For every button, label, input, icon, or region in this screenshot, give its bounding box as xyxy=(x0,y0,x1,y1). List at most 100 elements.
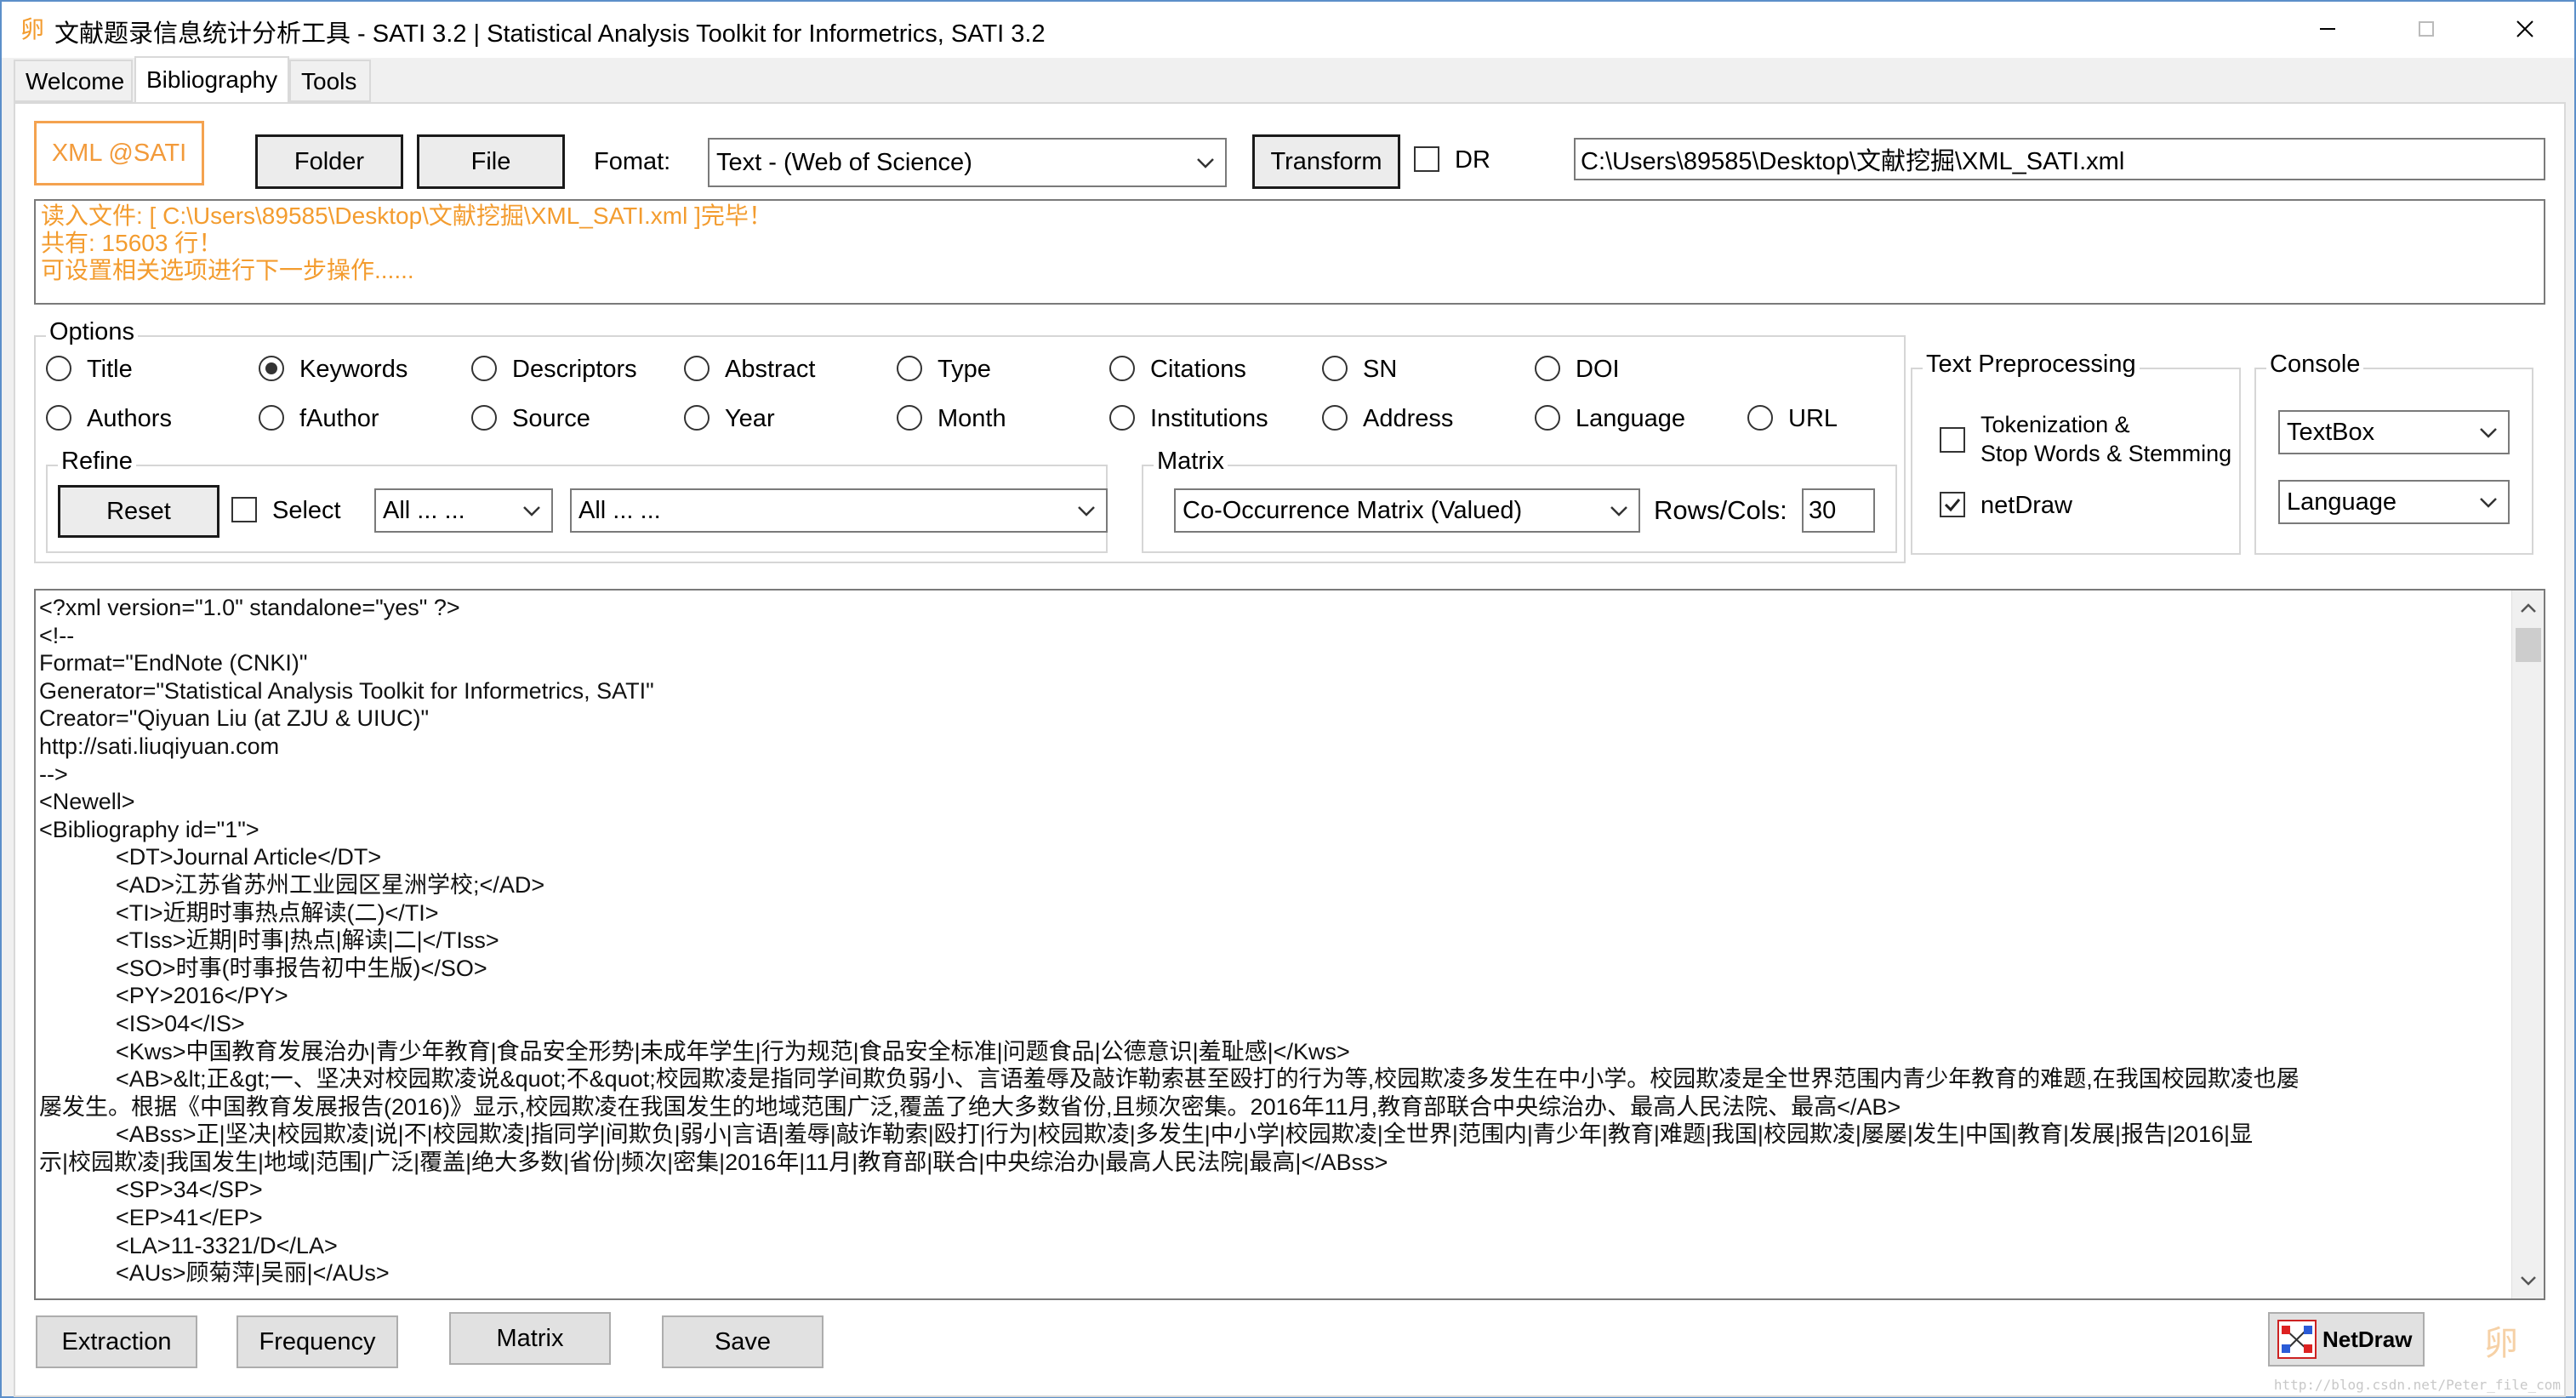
rows-cols-label: Rows/Cols: xyxy=(1654,495,1787,525)
close-button[interactable] xyxy=(2476,2,2574,56)
radio-year[interactable] xyxy=(684,405,710,431)
status-line: 读入文件: [ C:\Users\89585\Desktop\文献挖掘\XML_… xyxy=(41,203,772,229)
radio-language[interactable] xyxy=(1535,405,1560,431)
netdraw-label: netDraw xyxy=(1980,492,2072,519)
radio-sn[interactable] xyxy=(1322,356,1348,381)
chevron-down-icon xyxy=(2480,498,2497,508)
radio-type[interactable] xyxy=(897,356,922,381)
editor-line: <AUs>顾菊萍|吴丽|</AUs> xyxy=(39,1260,390,1287)
maximize-button[interactable] xyxy=(2377,2,2476,56)
status-line: 共有: 15603 行！ xyxy=(41,230,223,256)
checkmark-icon xyxy=(1944,499,1961,512)
radio-fauthor-label: fAuthor xyxy=(299,405,379,432)
radio-doi[interactable] xyxy=(1535,356,1560,381)
folder-button[interactable]: Folder xyxy=(255,134,403,189)
matrix-button[interactable]: Matrix xyxy=(449,1312,611,1365)
radio-language-label: Language xyxy=(1576,405,1686,432)
radio-type-label: Type xyxy=(938,356,991,383)
matrix-type-select[interactable]: Co-Occurrence Matrix (Valued) xyxy=(1174,488,1640,533)
xml-sati-button[interactable]: XML @SATI xyxy=(34,121,204,185)
chevron-down-icon xyxy=(523,506,540,516)
radio-year-label: Year xyxy=(725,405,775,432)
matrix-type-select-value: Co-Occurrence Matrix (Valued) xyxy=(1183,496,1523,524)
radio-institutions-label: Institutions xyxy=(1150,405,1268,432)
watermark-text: http://blog.csdn.net/Peter_file_com xyxy=(2273,1377,2561,1393)
radio-keywords[interactable] xyxy=(259,356,284,381)
radio-title-label: Title xyxy=(87,356,133,383)
status-line: 可设置相关选项进行下一步操作...... xyxy=(41,257,414,283)
minimize-button[interactable] xyxy=(2278,2,2377,56)
radio-address[interactable] xyxy=(1322,405,1348,431)
editor-line: <TI>近期时事热点解读(二)</TI> xyxy=(39,899,439,926)
transform-button[interactable]: Transform xyxy=(1252,134,1400,189)
console-language-select[interactable]: Language xyxy=(2278,480,2510,524)
editor-line: <TIss>近期|时事|热点|解读|二|</TIss> xyxy=(39,927,499,954)
extraction-button[interactable]: Extraction xyxy=(36,1315,197,1368)
editor-line: <IS>04</IS> xyxy=(39,1010,245,1036)
editor-line: 示|校园欺凌|我国发生|地域|范围|广泛|覆盖|绝大多数|省份|频次|密集|20… xyxy=(39,1149,1388,1175)
tab-bibliography[interactable]: Bibliography xyxy=(134,56,289,104)
radio-title[interactable] xyxy=(46,356,71,381)
editor-line: <AD>江苏省苏州工业园区星洲学校;</AD> xyxy=(39,871,545,898)
app-window: 卵 文献题录信息统计分析工具 - SATI 3.2 | Statistical … xyxy=(0,0,2576,1398)
editor-line: <LA>11-3321/D</LA> xyxy=(39,1232,338,1258)
refine-title: Refine xyxy=(58,448,136,476)
tab-tools[interactable]: Tools xyxy=(289,60,371,102)
refine-value-select[interactable]: All ... ... xyxy=(570,488,1108,533)
radio-source[interactable] xyxy=(471,405,497,431)
scroll-up-icon[interactable] xyxy=(2517,597,2539,619)
refine-field-select[interactable]: All ... ... xyxy=(374,488,553,533)
reset-button[interactable]: Reset xyxy=(58,485,219,538)
file-button[interactable]: File xyxy=(417,134,565,189)
radio-authors-label: Authors xyxy=(87,405,172,432)
radio-abstract[interactable] xyxy=(684,356,710,381)
scroll-down-icon[interactable] xyxy=(2517,1270,2539,1292)
console-language-select-value: Language xyxy=(2287,488,2397,516)
radio-month-label: Month xyxy=(938,405,1006,432)
format-select[interactable]: Text - (Web of Science) xyxy=(708,138,1227,187)
editor-line: http://sati.liuqiyuan.com xyxy=(39,733,280,759)
console-output-select-value: TextBox xyxy=(2287,418,2375,446)
xml-editor[interactable]: <?xml version="1.0" standalone="yes" ?> … xyxy=(34,589,2545,1300)
editor-line: <DT>Journal Article</DT> xyxy=(39,844,382,870)
radio-descriptors-label: Descriptors xyxy=(512,356,637,383)
editor-line: <!-- xyxy=(39,622,75,648)
format-select-value: Text - (Web of Science) xyxy=(716,148,972,176)
editor-line: --> xyxy=(39,761,68,787)
save-button[interactable]: Save xyxy=(662,1315,824,1368)
radio-institutions[interactable] xyxy=(1109,405,1135,431)
console-output-select[interactable]: TextBox xyxy=(2278,410,2510,454)
netdraw-button[interactable]: NetDraw xyxy=(2268,1312,2425,1367)
refine-value-select-value: All ... ... xyxy=(578,496,661,524)
svg-text:卵: 卵 xyxy=(20,15,44,43)
select-checkbox[interactable] xyxy=(231,497,257,522)
netdraw-checkbox[interactable] xyxy=(1940,492,1965,517)
radio-address-label: Address xyxy=(1363,405,1454,432)
editor-content: <?xml version="1.0" standalone="yes" ?> … xyxy=(39,594,2506,1287)
tab-welcome[interactable]: Welcome xyxy=(14,60,133,102)
radio-url[interactable] xyxy=(1747,405,1773,431)
chevron-down-icon xyxy=(1078,506,1095,516)
radio-descriptors[interactable] xyxy=(471,356,497,381)
frequency-button[interactable]: Frequency xyxy=(237,1315,398,1368)
editor-scrollbar[interactable] xyxy=(2511,591,2544,1298)
path-field[interactable]: C:\Users\89585\Desktop\文献挖掘\XML_SATI.xml xyxy=(1574,138,2545,180)
rows-cols-input[interactable]: 30 xyxy=(1802,488,1875,533)
editor-line: Creator="Qiyuan Liu (at ZJU & UIUC)" xyxy=(39,705,430,732)
console-group xyxy=(2254,368,2533,555)
tokenization-label-2: Stop Words & Stemming xyxy=(1980,441,2232,466)
radio-citations[interactable] xyxy=(1109,356,1135,381)
close-icon xyxy=(2516,20,2533,37)
netdraw-button-label: NetDraw xyxy=(2322,1326,2413,1352)
scrollbar-thumb[interactable] xyxy=(2516,628,2541,662)
editor-line: <SO>时事(时事报告初中生版)</SO> xyxy=(39,955,487,981)
radio-fauthor[interactable] xyxy=(259,405,284,431)
editor-line: <EP>41</EP> xyxy=(39,1205,263,1231)
radio-authors[interactable] xyxy=(46,405,71,431)
chevron-down-icon xyxy=(2480,428,2497,438)
radio-month[interactable] xyxy=(897,405,922,431)
dr-checkbox[interactable] xyxy=(1414,146,1439,172)
editor-line: <?xml version="1.0" standalone="yes" ?> xyxy=(39,595,460,620)
text-preprocessing-title: Text Preprocessing xyxy=(1923,351,2140,379)
tokenization-checkbox[interactable] xyxy=(1940,427,1965,453)
